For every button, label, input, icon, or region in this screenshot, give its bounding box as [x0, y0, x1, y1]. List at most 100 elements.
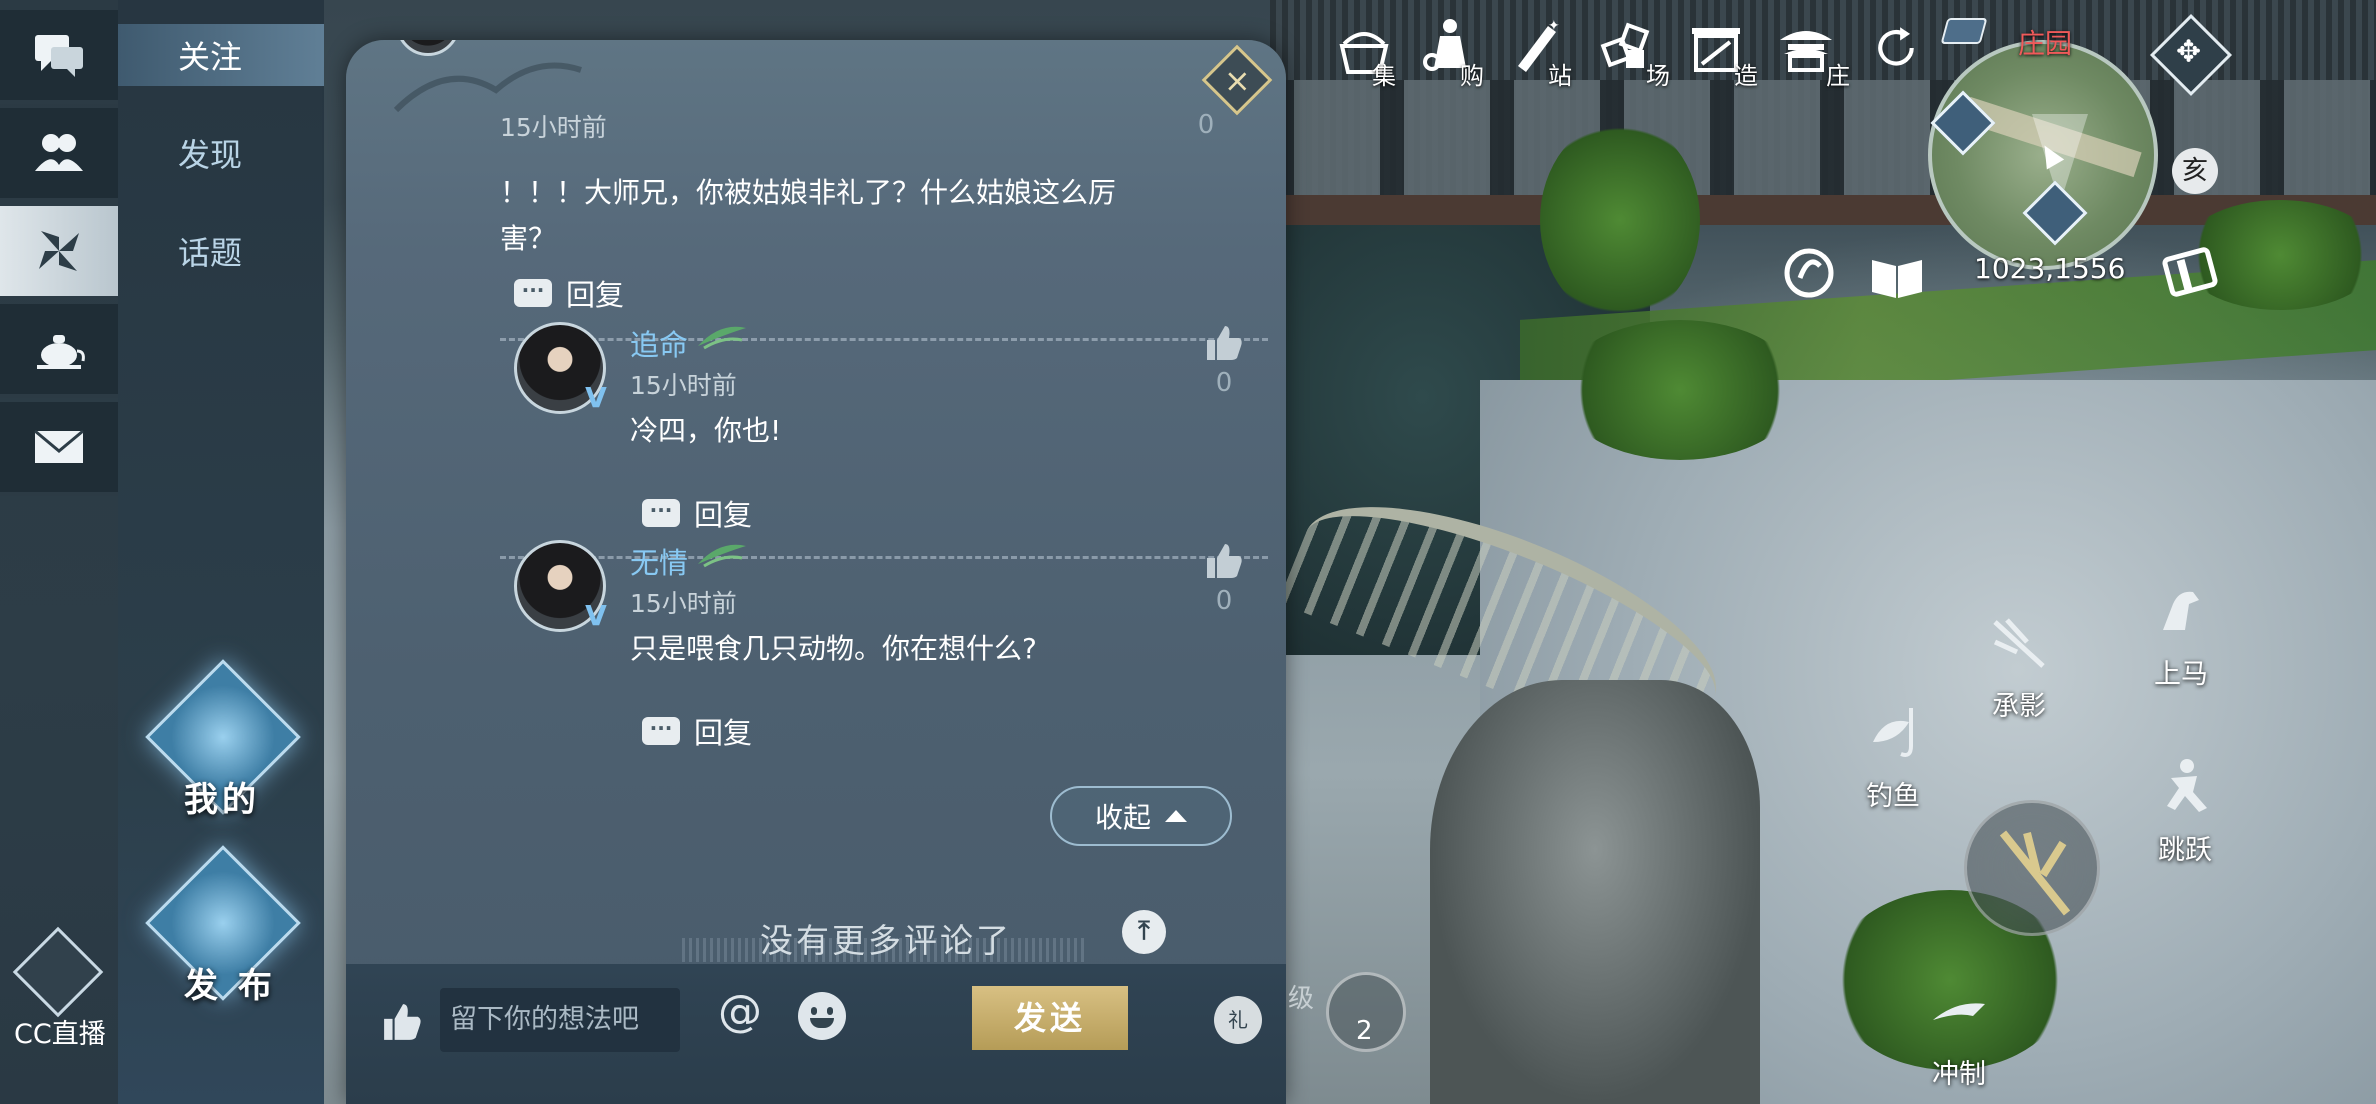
rail-item-tea[interactable] [0, 304, 118, 398]
close-button[interactable]: × [1201, 44, 1273, 116]
rail-item-mail[interactable] [0, 402, 118, 496]
rail-item-chat[interactable] [0, 10, 118, 104]
hud-label: 购 [1460, 62, 1484, 90]
action-label: 跳跃 [2158, 835, 2212, 866]
action-label: 钓鱼 [1866, 781, 1920, 812]
gift-icon[interactable]: 礼 [1214, 996, 1262, 1044]
left-rail: CC直播 [0, 0, 118, 1104]
scroll-top-button[interactable]: ⤒ [1122, 910, 1166, 954]
weapon-icon [1999, 830, 2071, 916]
comment-time: 15小时前 [630, 371, 737, 400]
tab-follow[interactable]: 关注 [118, 24, 324, 86]
action-label: 冲制 [1932, 1059, 1986, 1090]
cc-live-label[interactable]: CC直播 [14, 1012, 106, 1051]
chevron-up-icon [1165, 810, 1187, 822]
svg-text:✦: ✦ [1548, 18, 1560, 34]
comment-text: ！！！大师兄，你被姑娘非礼了？什么姑娘这么厉害？ [500, 176, 1117, 255]
map-flag-icon [1940, 18, 1988, 44]
comment-time: 15小时前 [500, 113, 607, 142]
fishing-icon [1873, 708, 1913, 757]
reply-button[interactable]: ··· 回复 [642, 710, 752, 752]
move-cross-icon: ✥ [2176, 34, 2202, 70]
thumbs-up-icon [1207, 326, 1242, 360]
tab-discover[interactable]: 发现 [118, 122, 324, 184]
comment-text: 只是喂食几只动物。你在想什么? [630, 632, 1037, 665]
like-button[interactable] [1204, 542, 1244, 584]
garden-rocks [1430, 680, 1760, 1104]
comment-text: 冷四，你也! [630, 414, 782, 447]
hud-label: 造 [1734, 62, 1758, 90]
reply-label: 回复 [566, 278, 625, 312]
fishing-button[interactable]: 钓鱼 [1848, 702, 1938, 813]
rail-item-moments[interactable] [0, 206, 118, 300]
hud-label: 集 [1372, 62, 1396, 90]
tree-foliage [1540, 120, 1700, 320]
tab-topics[interactable]: 话题 [118, 220, 324, 282]
scroll-map-icon[interactable] [2162, 244, 2220, 302]
hud-label: 场 [1646, 62, 1670, 90]
collapse-label: 收起 [1094, 801, 1151, 834]
hud-label: 站 [1548, 62, 1572, 90]
pinwheel-icon [39, 231, 79, 271]
publish-label[interactable]: 发 布 [184, 958, 276, 1007]
comment-panel: × 15小时前 0 ！！！大师兄，你被姑娘非礼了？什么姑娘这么厉害？ ··· 回… [346, 40, 1286, 1104]
dash-icon [1933, 1003, 1985, 1020]
reply-button[interactable]: ··· 回复 [514, 272, 624, 314]
book-icon[interactable] [1868, 248, 1926, 306]
friends-icon [35, 134, 83, 171]
comment-time: 15小时前 [630, 589, 737, 618]
avatar[interactable]: V [514, 540, 607, 632]
time-badge: 亥 [2172, 148, 2218, 194]
jump-button[interactable]: 跳跃 [2140, 756, 2230, 867]
refresh-icon[interactable] [1872, 24, 1920, 72]
close-icon: × [1223, 61, 1251, 99]
reply-icon: ··· [642, 717, 680, 745]
coordinates-readout: 1023,1556 [1974, 252, 2126, 285]
jump-icon [2167, 759, 2207, 812]
reply-label: 回复 [694, 498, 753, 532]
like-count: 0 [1197, 110, 1215, 140]
teapot-icon [37, 335, 85, 369]
dash-button[interactable]: 冲制 [1914, 980, 2004, 1091]
commenter-name[interactable]: 无情 [630, 540, 688, 582]
send-button[interactable]: 发送 [972, 986, 1128, 1050]
skill-count: 2 [1356, 1016, 1373, 1046]
like-button[interactable] [1204, 324, 1244, 366]
rail-item-friends[interactable] [0, 108, 118, 202]
map-location-title: 庄园 [2018, 29, 2072, 60]
thumbs-up-icon [1207, 544, 1242, 578]
bamboo-leaf-icon [698, 326, 746, 350]
verified-icon: V [585, 599, 607, 632]
cc-live-icon[interactable] [12, 926, 104, 1018]
action-label: 上马 [2154, 659, 2208, 690]
attack-button[interactable] [1964, 800, 2100, 936]
shadow-icon [1993, 618, 2045, 668]
mention-button[interactable]: @ [718, 986, 762, 1037]
comment-input[interactable]: 留下你的想法吧 [440, 988, 680, 1052]
reply-icon: ··· [514, 279, 552, 307]
mount-horse-button[interactable]: 上马 [2136, 580, 2226, 691]
bamboo-leaf-icon [698, 544, 746, 568]
reply-icon: ··· [642, 499, 680, 527]
hud-label: 庄 [1826, 62, 1850, 90]
divider [500, 556, 1268, 559]
thumbs-up-icon[interactable] [382, 1002, 422, 1042]
like-count: 0 [1215, 368, 1233, 398]
divider [500, 338, 1268, 341]
chat-bubbles-icon [35, 35, 83, 77]
action-label: 承影 [1992, 691, 2046, 722]
like-count: 0 [1215, 586, 1233, 616]
my-label[interactable]: 我的 [184, 772, 260, 821]
verified-icon: V [585, 381, 607, 414]
level-label: 级 [1288, 984, 1315, 1014]
no-more-comments: 没有更多评论了 [760, 921, 1012, 960]
chengying-button[interactable]: 承影 [1974, 612, 2064, 723]
avatar[interactable]: V [514, 322, 607, 414]
comment-input-bar: 留下你的想法吧 @ 发送 礼 [346, 964, 1286, 1104]
commenter-name[interactable]: 追命 [630, 322, 688, 364]
emoji-icon[interactable] [798, 992, 846, 1040]
whistle-icon[interactable] [1780, 244, 1838, 302]
reply-button[interactable]: ··· 回复 [642, 492, 752, 534]
collapse-button[interactable]: 收起 [1050, 786, 1232, 846]
tree-foliage [1560, 320, 1800, 460]
